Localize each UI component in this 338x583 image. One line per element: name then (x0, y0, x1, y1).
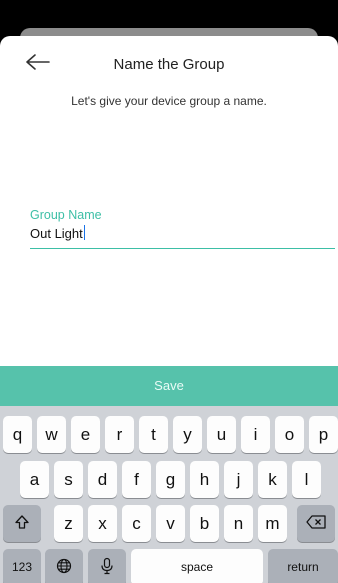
key-s[interactable]: s (54, 461, 83, 498)
key-m[interactable]: m (258, 505, 287, 542)
key-g[interactable]: g (156, 461, 185, 498)
name-group-sheet: Name the Group Let's give your device gr… (0, 36, 338, 583)
key-b[interactable]: b (190, 505, 219, 542)
keyboard: q w e r t y u i o p a s d f g h j k l z … (0, 406, 338, 583)
key-q[interactable]: q (3, 416, 32, 453)
page-title: Name the Group (113, 56, 225, 73)
key-p[interactable]: p (309, 416, 338, 453)
microphone-icon[interactable] (88, 549, 126, 583)
key-r[interactable]: r (105, 416, 134, 453)
key-h[interactable]: h (190, 461, 219, 498)
space-key[interactable]: space (131, 549, 263, 583)
numbers-key[interactable]: 123 (3, 549, 41, 583)
key-z[interactable]: z (54, 505, 83, 542)
group-name-field[interactable]: Group Name Out Light (30, 208, 335, 249)
group-name-input[interactable]: Out Light (30, 224, 335, 249)
key-k[interactable]: k (258, 461, 287, 498)
page-subtitle: Let's give your device group a name. (71, 94, 267, 108)
shift-icon[interactable] (3, 505, 41, 542)
key-l[interactable]: l (292, 461, 321, 498)
key-n[interactable]: n (224, 505, 253, 542)
key-v[interactable]: v (156, 505, 185, 542)
key-j[interactable]: j (224, 461, 253, 498)
return-key[interactable]: return (268, 549, 338, 583)
key-c[interactable]: c (122, 505, 151, 542)
key-u[interactable]: u (207, 416, 236, 453)
key-e[interactable]: e (71, 416, 100, 453)
globe-icon[interactable] (45, 549, 83, 583)
key-w[interactable]: w (37, 416, 66, 453)
key-o[interactable]: o (275, 416, 304, 453)
save-button[interactable]: Save (0, 366, 338, 406)
key-d[interactable]: d (88, 461, 117, 498)
backspace-icon[interactable] (297, 505, 335, 542)
key-t[interactable]: t (139, 416, 168, 453)
header: Name the Group (0, 36, 338, 92)
key-a[interactable]: a (20, 461, 49, 498)
key-f[interactable]: f (122, 461, 151, 498)
key-i[interactable]: i (241, 416, 270, 453)
text-caret (83, 225, 86, 240)
key-x[interactable]: x (88, 505, 117, 542)
group-name-value: Out Light (30, 226, 83, 241)
group-name-label: Group Name (30, 208, 102, 222)
key-y[interactable]: y (173, 416, 202, 453)
